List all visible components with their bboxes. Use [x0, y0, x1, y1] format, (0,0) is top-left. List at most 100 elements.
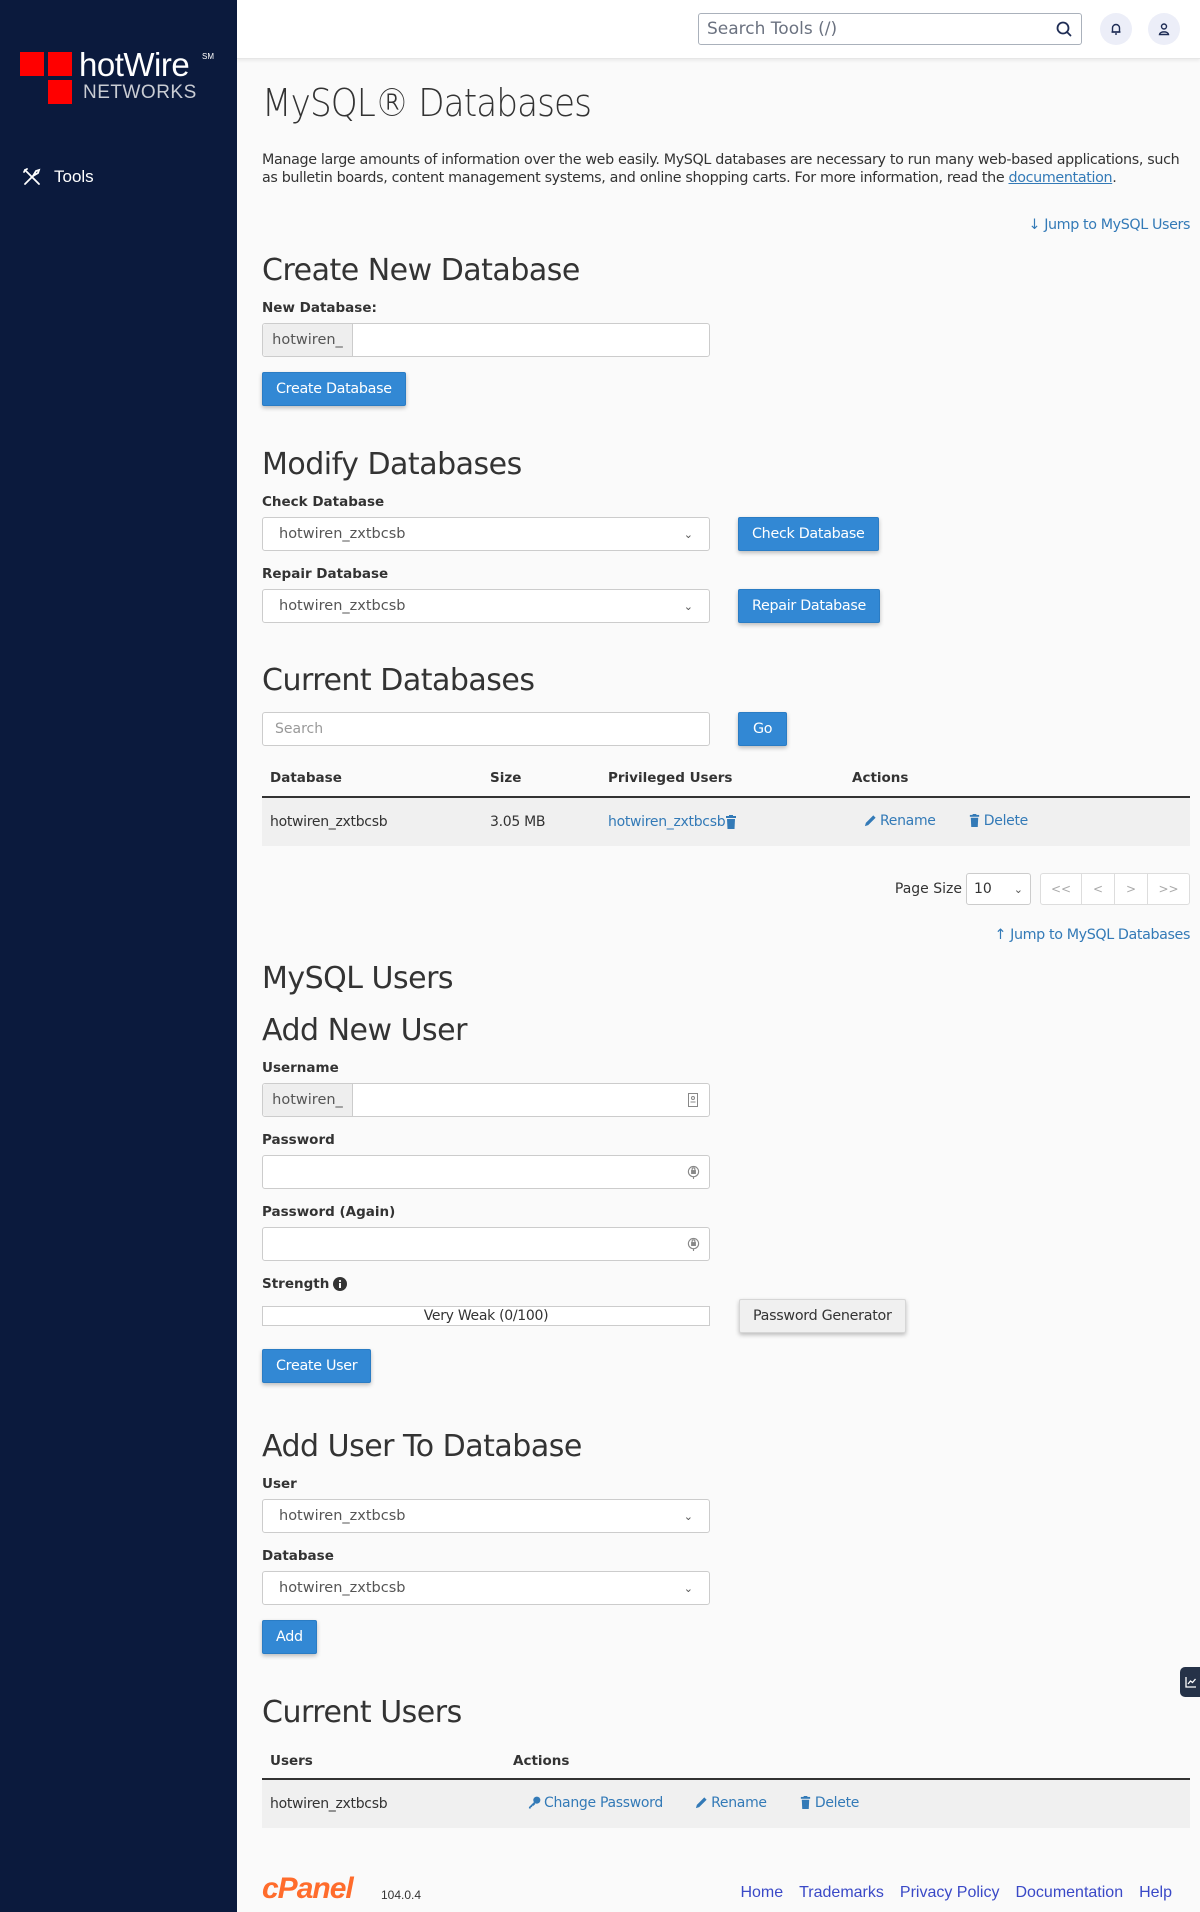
notifications-button[interactable]: [1100, 13, 1132, 45]
page-size-select[interactable]: 10 ⌄: [966, 873, 1031, 905]
chart-icon: [1185, 1677, 1196, 1688]
create-database-button[interactable]: Create Database: [262, 372, 406, 406]
chevron-down-icon: ⌄: [683, 1581, 693, 1595]
username-input[interactable]: [353, 1084, 677, 1116]
password-again-field[interactable]: [262, 1227, 710, 1261]
check-db-label: Check Database: [262, 494, 385, 510]
change-password-label: Change Password: [544, 1794, 663, 1811]
delete-label: Delete: [814, 1794, 860, 1811]
database-select[interactable]: hotwiren_zxtbcsb ⌄: [262, 1571, 710, 1605]
hotwire-logo[interactable]: hotWire SM NETWORKS: [20, 46, 220, 108]
cpanel-logo[interactable]: cPanel: [262, 1872, 354, 1906]
page-title: MySQL® Databases: [262, 81, 592, 125]
repair-db-select[interactable]: hotwiren_zxtbcsb ⌄: [262, 589, 710, 623]
username-field[interactable]: hotwiren_: [262, 1083, 710, 1117]
last-page-button[interactable]: >>: [1148, 874, 1189, 904]
footer-privacy-link[interactable]: Privacy Policy: [900, 1884, 1000, 1902]
password-label: Password: [262, 1132, 335, 1148]
info-icon[interactable]: [333, 1277, 348, 1291]
check-database-button[interactable]: Check Database: [738, 517, 879, 551]
privileged-user-link[interactable]: hotwiren_zxtbcsb: [608, 814, 726, 830]
trash-icon[interactable]: [725, 815, 737, 829]
db-name: hotwiren_zxtbcsb: [270, 814, 388, 830]
jump-users-label: Jump to MySQL Users: [1044, 217, 1190, 233]
pencil-icon: [864, 815, 876, 827]
add-user-to-db-button[interactable]: Add: [262, 1620, 317, 1654]
stats-side-tab[interactable]: [1180, 1667, 1200, 1697]
repair-db-label: Repair Database: [262, 566, 389, 582]
db-search-input[interactable]: [263, 713, 709, 745]
first-page-button[interactable]: <<: [1041, 874, 1082, 904]
documentation-link[interactable]: documentation: [1008, 170, 1112, 186]
create-db-heading: Create New Database: [262, 253, 580, 288]
user-menu-button[interactable]: [1148, 13, 1180, 45]
col-size[interactable]: Size: [482, 770, 600, 786]
footer-trademarks-link[interactable]: Trademarks: [799, 1884, 884, 1902]
new-db-input[interactable]: [353, 324, 709, 356]
rename-user-action[interactable]: Rename: [695, 1795, 767, 1811]
password-strength-meter: Very Weak (0/100): [262, 1306, 710, 1326]
new-db-field[interactable]: hotwiren_: [262, 323, 710, 357]
create-user-button[interactable]: Create User: [262, 1349, 372, 1383]
footer-help-link[interactable]: Help: [1139, 1884, 1172, 1902]
privileged-user-cell: hotwiren_zxtbcsb: [600, 814, 844, 830]
jump-databases-label: Jump to MySQL Databases: [1010, 927, 1190, 943]
service-mark: SM: [202, 52, 214, 61]
pencil-icon: [696, 1797, 707, 1809]
intro-text: Manage large amounts of information over…: [262, 151, 1192, 187]
col-users[interactable]: Users: [262, 1753, 505, 1769]
footer-documentation-link[interactable]: Documentation: [1015, 1884, 1123, 1902]
table-row: hotwiren_zxtbcsb 3.05 MB hotwiren_zxtbcs…: [262, 798, 1190, 846]
db-actions: Rename Delete: [844, 813, 1056, 832]
username-prefix: hotwiren_: [263, 1084, 353, 1116]
chevron-down-icon: ⌄: [683, 527, 693, 541]
user-select[interactable]: hotwiren_zxtbcsb ⌄: [262, 1499, 710, 1533]
footer: cPanel 104.0.4 Home Trademarks Privacy P…: [262, 1872, 1172, 1912]
col-database[interactable]: Database: [262, 770, 482, 786]
db-prefix: hotwiren_: [263, 324, 353, 356]
delete-db-action[interactable]: Delete: [968, 813, 1028, 829]
brand-name: hotWire: [79, 46, 190, 83]
footer-home-link[interactable]: Home: [740, 1884, 783, 1902]
password-again-input[interactable]: [263, 1228, 677, 1260]
strength-text: Very Weak (0/100): [423, 1308, 549, 1324]
search-tools-box[interactable]: [698, 13, 1082, 45]
logo-square: [20, 52, 44, 76]
top-header: [237, 0, 1200, 59]
col-actions: Actions: [513, 1753, 570, 1769]
delete-user-action[interactable]: Delete: [799, 1795, 859, 1811]
jump-to-databases-link[interactable]: ↑ Jump to MySQL Databases: [994, 927, 1190, 943]
search-icon[interactable]: [1055, 20, 1073, 38]
check-db-select[interactable]: hotwiren_zxtbcsb ⌄: [262, 517, 710, 551]
table-header: Users Actions: [262, 1744, 1190, 1780]
chevron-down-icon: ⌄: [683, 1509, 693, 1523]
footer-links: Home Trademarks Privacy Policy Documenta…: [740, 1884, 1172, 1902]
user-select-label: User: [262, 1476, 297, 1492]
repair-database-button[interactable]: Repair Database: [738, 589, 881, 623]
rename-db-action[interactable]: Rename: [864, 813, 936, 829]
db-size: 3.05 MB: [490, 814, 546, 830]
password-generator-button[interactable]: Password Generator: [739, 1299, 906, 1333]
username-label: Username: [262, 1060, 339, 1076]
password-input[interactable]: [263, 1156, 677, 1188]
jump-to-users-link[interactable]: ↓ Jump to MySQL Users: [1028, 217, 1190, 233]
password-field[interactable]: [262, 1155, 710, 1189]
prev-page-button[interactable]: <: [1082, 874, 1115, 904]
key-icon: [528, 1796, 541, 1809]
strength-label: Strength: [262, 1276, 330, 1292]
password-key-icon[interactable]: [677, 1156, 709, 1188]
add-user-db-heading: Add User To Database: [262, 1429, 582, 1464]
col-actions: Actions: [852, 770, 909, 786]
password-key-icon[interactable]: [677, 1228, 709, 1260]
arrow-up-icon: ↑: [994, 927, 1011, 943]
next-page-button[interactable]: >: [1115, 874, 1148, 904]
brand-sub: NETWORKS: [83, 82, 197, 103]
sidebar-item-tools[interactable]: Tools: [22, 165, 94, 189]
contact-card-icon: [677, 1084, 709, 1116]
change-password-action[interactable]: Change Password: [528, 1795, 663, 1811]
go-button[interactable]: Go: [738, 712, 788, 746]
search-tools-input[interactable]: [707, 19, 1055, 39]
pagination: Page Size 10 ⌄ << < > >>: [895, 873, 1190, 905]
pager-buttons: << < > >>: [1040, 873, 1190, 905]
db-search-field[interactable]: [262, 712, 710, 746]
